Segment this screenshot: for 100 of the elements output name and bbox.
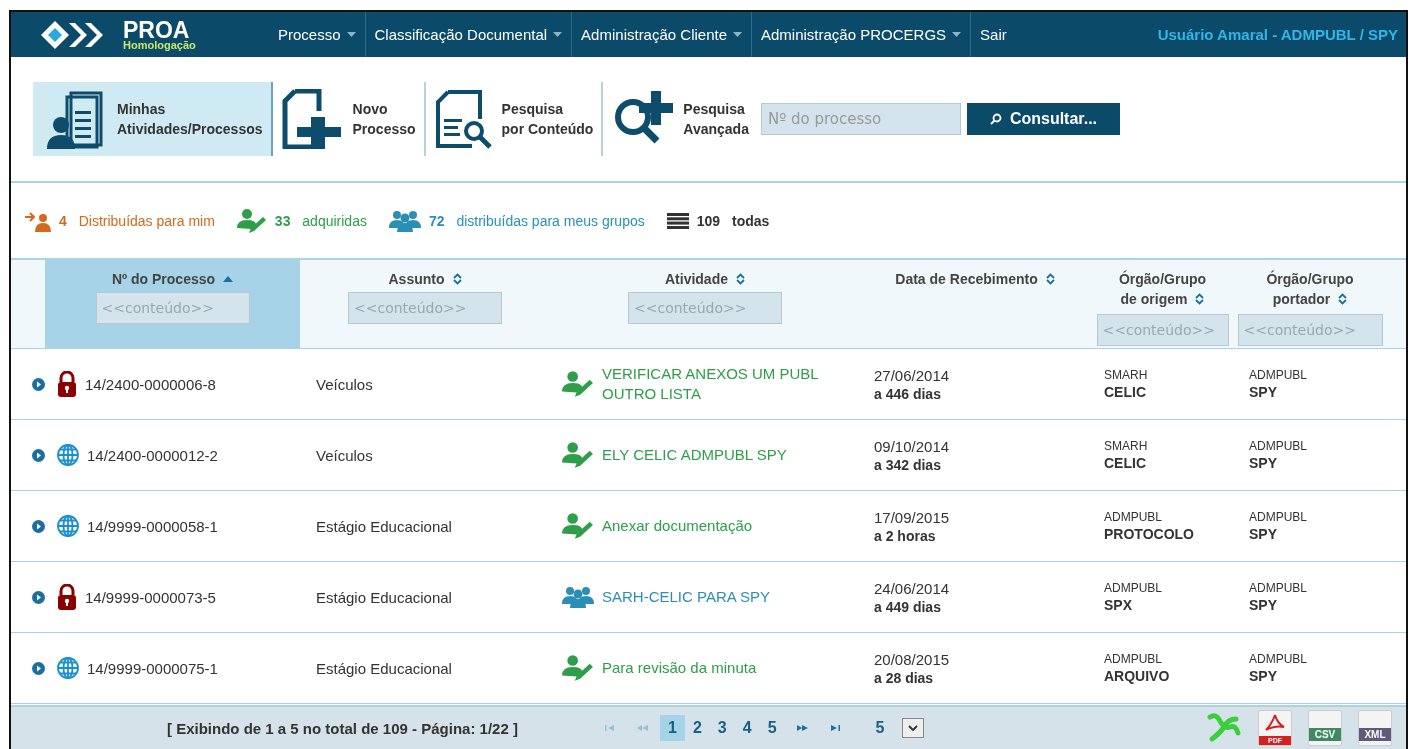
menu-item[interactable]: Administração PROCERGS [752,12,972,57]
holder-group: ADMPUBL [1249,652,1307,666]
column-filter-field[interactable]: <<conteúdo>> [348,292,502,324]
caret-icon [733,32,742,37]
caret-icon [346,32,356,37]
sort-icon [736,273,745,285]
expand-icon[interactable] [32,590,45,604]
expand-icon[interactable] [32,519,45,533]
toolbar-button[interactable]: Novo Processo [272,82,426,156]
holder-group: ADMPUBL [1249,439,1307,453]
elapsed-time: a 2 horas [874,527,936,544]
group-icon [388,209,421,232]
page-button[interactable]: 3 [709,715,735,741]
csv-export-icon[interactable]: CSV [1308,710,1342,746]
menu-item[interactable]: Administração Cliente [572,12,752,57]
expand-icon[interactable] [32,448,45,462]
page-button[interactable]: 2 [684,715,710,741]
chevron-down-icon [908,725,919,731]
activity-link[interactable]: Anexar documentação [602,516,753,536]
holder-unit: SPY [1249,668,1277,684]
origin-unit: SPX [1104,597,1132,613]
filter-link[interactable]: 109 todas [666,212,770,229]
page-size-dropdown[interactable] [902,718,925,738]
person-pencil-icon [562,370,594,398]
sort-ascending-icon [223,276,234,282]
holder-unit: SPY [1249,597,1277,613]
page-size-value: 5 [875,719,885,737]
filter-link[interactable]: 72 distribuídas para meus grupos [388,209,645,232]
column-header[interactable]: Data de Recebimento [860,260,1090,348]
process-number[interactable]: 14/2400-0000006-8 [85,375,216,393]
received-date: 24/06/2014 [874,579,950,597]
brand-name: PROA [123,18,190,42]
received-date: 17/09/2015 [874,508,950,526]
next-page-icon[interactable] [795,725,808,731]
column-header[interactable]: Nº do Processo <<conteúdo>> [45,260,300,348]
holder-group: ADMPUBL [1249,510,1307,524]
elapsed-time: a 28 dias [874,669,934,686]
group-icon [562,586,594,608]
arrow-person-icon [25,209,51,232]
origin-unit: CELIC [1104,455,1146,471]
received-date: 20/08/2015 [874,650,950,668]
process-number[interactable]: 14/2400-0000012-2 [87,446,218,464]
menu-item[interactable]: Processo [269,12,366,57]
origin-group: ADMPUBL [1104,581,1162,595]
search-icon [989,113,1002,125]
page-button[interactable]: 4 [734,715,760,741]
user-name[interactable]: Usuário Amaral - ADMPUBL / SPY [1157,26,1398,43]
person-pencil-icon [562,441,594,469]
origin-unit: ARQUIVO [1104,668,1170,684]
pagination-summary: [ Exibindo de 1 a 5 no total de 109 - Página: 1/22 ] [167,719,519,737]
subject-cell: Estágio Educacional [316,517,452,535]
elapsed-time: a 446 dias [874,385,941,402]
subject-cell: Estágio Educacional [316,588,452,606]
toolbar-button[interactable]: Minhas Atividades/Processos [33,82,273,156]
search-button[interactable]: Consultar... [966,103,1120,135]
process-number-field[interactable]: Nº do processo [760,103,961,135]
activity-link[interactable]: SARH-CELIC PARA SPY [602,587,771,607]
process-number[interactable]: 14/9999-0000075-1 [87,659,218,677]
toolbar-button[interactable]: Pesquisa por Conteúdo [425,82,604,156]
list-icon [666,212,689,229]
page-button[interactable]: 1 [660,715,685,741]
environment-label: Homologação [123,39,196,51]
last-page-icon[interactable] [829,725,840,731]
column-filter-field[interactable]: <<conteúdo>> [628,292,782,324]
origin-group: SMARH [1104,368,1148,382]
subject-cell: Veículos [316,446,373,464]
filter-link[interactable]: 33 adquiridas [236,207,367,234]
origin-group: SMARH [1104,439,1148,453]
column-filter-field[interactable]: <<conteúdo>> [1237,314,1383,346]
column-header[interactable]: Atividade <<conteúdo>> [550,260,860,348]
activity-link[interactable]: VERIFICAR ANEXOS UM PUBL OUTRO LISTA [602,364,819,404]
subject-cell: Estágio Educacional [316,659,452,677]
menu-item[interactable]: Classificação Documental [365,12,573,57]
activity-link[interactable]: Para revisão da minuta [602,658,757,678]
document-search-icon [433,89,494,149]
caret-icon [952,32,962,37]
process-number[interactable]: 14/9999-0000058-1 [87,517,218,535]
column-header[interactable]: Assunto <<conteúdo>> [300,260,550,348]
menu-item[interactable]: Sair [971,12,1016,57]
xml-export-icon[interactable]: XML [1358,710,1392,746]
holder-group: ADMPUBL [1249,581,1307,595]
caret-icon [553,32,563,37]
process-number[interactable]: 14/9999-0000073-5 [85,588,216,606]
filter-link[interactable]: 4 Distribuídas para mim [25,209,215,232]
expand-icon[interactable] [32,661,45,675]
expand-icon[interactable] [32,377,45,391]
page-button[interactable]: 5 [759,715,785,741]
sort-icon [1195,293,1205,305]
person-pencil-icon [562,654,594,682]
column-filter-field[interactable]: <<conteúdo>> [1096,314,1229,346]
holder-unit: SPY [1249,526,1277,542]
column-header[interactable]: Órgão/Grupo portador <<conteúdo>> [1235,260,1385,348]
column-filter-field[interactable]: <<conteúdo>> [95,292,250,324]
person-pencil-icon [236,207,267,234]
holder-unit: SPY [1249,384,1277,400]
toolbar-button[interactable]: Pesquisa Avançada [603,82,761,156]
sort-icon [1338,293,1348,305]
origin-unit: PROTOCOLO [1104,526,1194,542]
sort-icon [452,273,462,285]
column-header[interactable]: Órgão/Grupo de origem <<conteúdo>> [1090,260,1235,348]
